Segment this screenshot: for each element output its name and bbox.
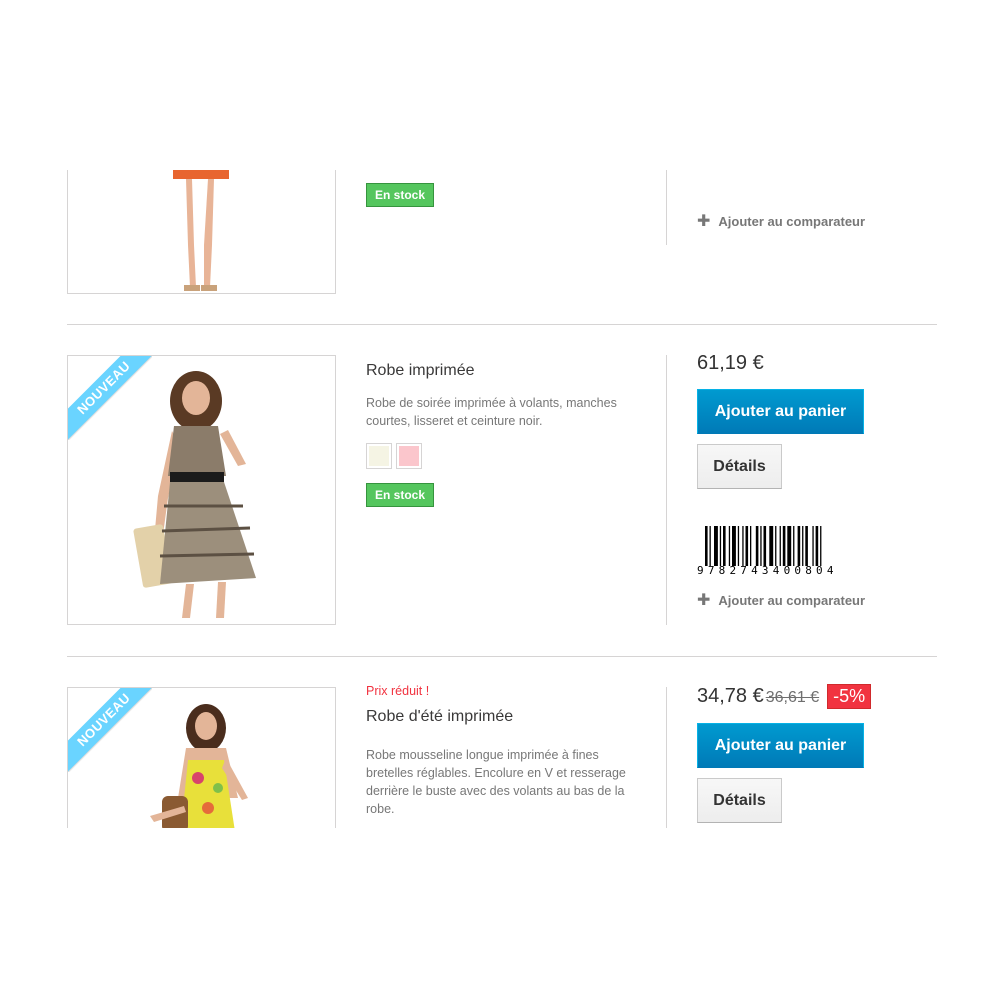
barcode-bar (742, 526, 744, 566)
color-swatches (366, 443, 631, 469)
barcode-number: 9782743400804 (697, 564, 838, 577)
barcode-bar (769, 526, 774, 566)
product-image[interactable] (67, 170, 336, 294)
barcode-bar (802, 526, 804, 566)
plus-icon: ✚ (697, 213, 711, 230)
color-swatch[interactable] (366, 443, 392, 469)
color-swatch[interactable] (396, 443, 422, 469)
column-divider (666, 170, 667, 245)
barcode-bar (709, 526, 711, 566)
product-description: Robe de soirée imprimée à volants, manch… (366, 396, 617, 428)
barcode-bar (812, 526, 814, 566)
product-row: Nouveau Prix réduit ! Robe d'été imprimé… (67, 684, 937, 828)
compare-label: Ajouter au comparateur (718, 214, 866, 229)
new-badge: Nouveau (68, 356, 152, 440)
product-list: En stock ✚ Ajouter au comparateur NOUVEA… (0, 170, 1000, 828)
details-button[interactable]: Détails (697, 778, 782, 823)
barcode-bar (805, 526, 808, 566)
barcode: 9782743400804 (697, 526, 897, 578)
column-divider (666, 687, 667, 828)
product-description: Robe mousseline longue imprimée à fines … (366, 748, 626, 816)
add-to-compare-link[interactable]: ✚ Ajouter au comparateur (697, 211, 937, 231)
product-photo-legs (173, 170, 229, 291)
barcode-bar (779, 526, 781, 566)
product-image[interactable]: Nouveau (67, 355, 336, 625)
stock-badge: En stock (366, 483, 435, 507)
add-to-cart-button[interactable]: Ajouter au panier (697, 389, 864, 434)
barcode-bar (750, 526, 752, 566)
product-row: Nouveau Robe imprimée Robe de soirée imp… (67, 352, 937, 625)
product-name[interactable]: Robe d'été imprimée (366, 708, 631, 726)
barcode-bar (793, 526, 795, 566)
details-button[interactable]: Détails (697, 444, 782, 489)
barcode-bar (745, 526, 749, 566)
barcode-bar (714, 526, 718, 566)
compare-label: Ajouter au comparateur (718, 593, 866, 608)
barcode-bars (705, 526, 822, 566)
barcode-bar (775, 526, 777, 566)
barcode-bar (763, 526, 767, 566)
barcode-bar (755, 526, 759, 566)
new-badge: Nouveau (68, 688, 152, 772)
product-price: 34,78 € (697, 685, 764, 707)
barcode-bar (705, 526, 708, 566)
row-divider (67, 324, 937, 325)
barcode-bar (732, 526, 736, 566)
product-price: 61,19 € (697, 352, 764, 374)
new-ribbon: Nouveau (68, 688, 152, 772)
column-divider (666, 355, 667, 625)
barcode-bar (787, 526, 792, 566)
stock-badge: En stock (366, 183, 435, 207)
barcode-bar (728, 526, 731, 566)
product-actions: ✚ Ajouter au comparateur (697, 211, 937, 231)
barcode-bar (737, 526, 740, 566)
product-info: Prix réduit ! Robe d'été imprimée Robe m… (366, 684, 631, 818)
product-row: En stock ✚ Ajouter au comparateur (67, 170, 937, 294)
product-image[interactable]: Nouveau (67, 687, 336, 828)
product-info: Robe imprimée Robe de soirée imprimée à … (366, 362, 631, 507)
barcode-bar (719, 526, 722, 566)
product-name[interactable]: Robe imprimée (366, 362, 631, 380)
old-price: 36,61 € (765, 689, 820, 706)
barcode-bar (820, 526, 822, 566)
barcode-bar (797, 526, 801, 566)
barcode-bar (782, 526, 786, 566)
new-ribbon: Nouveau (68, 356, 152, 440)
barcode-bar (723, 526, 726, 566)
barcode-bar (815, 526, 819, 566)
product-actions: 61,19 € Ajouter au panier Détails 978274… (697, 352, 937, 609)
price-block: 34,78 €36,61 € -5% (697, 684, 937, 709)
product-actions: 34,78 €36,61 € -5% Ajouter au panier Déta… (697, 684, 937, 823)
add-to-cart-button[interactable]: Ajouter au panier (697, 723, 864, 768)
product-info: En stock (366, 183, 631, 207)
reduced-price-label: Prix réduit ! (366, 684, 430, 698)
row-divider (67, 656, 937, 657)
barcode-bar (760, 526, 762, 566)
add-to-compare-link[interactable]: ✚ Ajouter au comparateur (697, 590, 865, 610)
plus-icon: ✚ (697, 592, 711, 609)
discount-badge: -5% (827, 684, 872, 709)
